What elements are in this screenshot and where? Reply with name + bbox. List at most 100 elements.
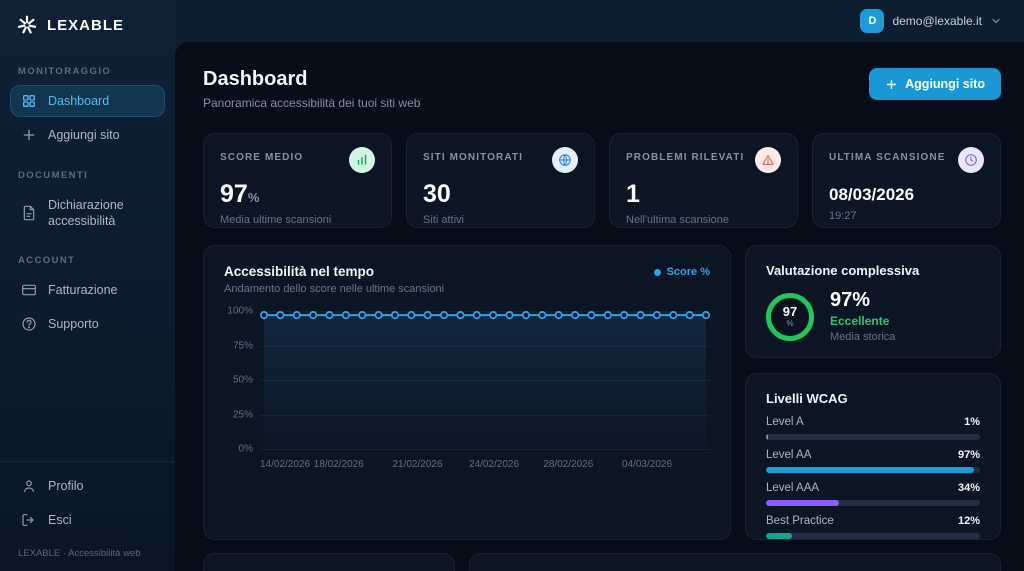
data-point[interactable] bbox=[358, 311, 367, 320]
dashboard-grid-icon bbox=[21, 93, 37, 109]
wcag-level-label: Level A bbox=[766, 416, 804, 428]
x-axis-tick: 18/02/2026 bbox=[313, 459, 364, 470]
data-point[interactable] bbox=[374, 311, 383, 320]
data-point[interactable] bbox=[309, 311, 318, 320]
data-point[interactable] bbox=[390, 311, 400, 320]
sidebar-item-supporto[interactable]: Supporto bbox=[10, 308, 165, 340]
data-point[interactable] bbox=[603, 311, 612, 320]
brand-name: LEXABLE bbox=[47, 16, 125, 34]
data-point[interactable] bbox=[538, 311, 547, 320]
nav-section-documenti: DOCUMENTI bbox=[18, 169, 89, 181]
stat-value: 97% bbox=[220, 180, 260, 208]
sidebar-item-profilo[interactable]: Profilo bbox=[10, 470, 165, 502]
help-circle-icon bbox=[21, 316, 37, 332]
gridline bbox=[260, 449, 710, 450]
chart-subtitle: Andamento dello score nelle ultime scans… bbox=[224, 283, 445, 295]
chart-x-axis: 14/02/2026 18/02/2026 21/02/2026 24/02/2026… bbox=[260, 457, 710, 473]
wcag-progress-fill bbox=[766, 533, 792, 539]
sidebar-bottom: Profilo Esci LEXABLE · Accessibilità web bbox=[0, 460, 175, 571]
data-point[interactable] bbox=[276, 311, 285, 320]
sidebar-item-label: Supporto bbox=[48, 317, 99, 332]
gridline bbox=[260, 380, 710, 381]
score-status: Eccellente bbox=[830, 314, 890, 328]
sidebar: LEXABLE MONITORAGGIO Dashboard Aggiungi … bbox=[0, 0, 175, 571]
wcag-level-label: Level AA bbox=[766, 449, 812, 461]
score-value: 97% bbox=[830, 289, 871, 311]
data-point[interactable] bbox=[620, 311, 629, 320]
data-point[interactable] bbox=[456, 311, 465, 320]
sidebar-item-label: Profilo bbox=[48, 478, 84, 493]
data-point[interactable] bbox=[505, 311, 514, 320]
globe-icon bbox=[552, 147, 578, 173]
wcag-level-value: 12% bbox=[957, 515, 980, 527]
wcag-row: Best Practice 12% bbox=[766, 515, 980, 539]
wcag-row: Level A 1% bbox=[766, 416, 980, 440]
data-point[interactable] bbox=[570, 311, 580, 320]
score-ring: 97 % bbox=[766, 292, 814, 341]
main-content: Dashboard Panoramica accessibilità dei t… bbox=[175, 42, 1024, 571]
stat-card-problemi-rilevati: PROBLEMI RILEVATI 1 Nell'ultima scansion… bbox=[609, 133, 798, 228]
stat-value: 30 bbox=[423, 180, 451, 208]
stat-sub: Media ultime scansioni bbox=[220, 214, 332, 226]
plus-icon bbox=[21, 127, 37, 143]
stat-sub: Nell'ultima scansione bbox=[626, 214, 729, 226]
data-point[interactable] bbox=[636, 311, 645, 320]
sidebar-item-fatturazione[interactable]: Fatturazione bbox=[10, 274, 165, 306]
sidebar-item-label: Dichiarazione accessibilità bbox=[48, 197, 124, 228]
data-point[interactable] bbox=[652, 311, 661, 320]
data-point[interactable] bbox=[407, 311, 416, 320]
data-point[interactable] bbox=[669, 311, 678, 320]
sidebar-nav: MONITORAGGIO Dashboard Aggiungi sito DOC… bbox=[0, 48, 175, 461]
wcag-level-value: 1% bbox=[964, 416, 980, 428]
overall-score-card: Valutazione complessiva 97 % 97% Eccelle… bbox=[745, 245, 1001, 358]
document-icon bbox=[21, 205, 37, 221]
chart-legend: Score % bbox=[653, 266, 710, 278]
x-axis-tick: 04/03/2026 bbox=[621, 459, 673, 470]
y-axis-tick: 0% bbox=[238, 443, 253, 455]
wcag-level-value: 34% bbox=[957, 482, 980, 494]
data-point[interactable] bbox=[325, 311, 334, 320]
stat-value: 1 bbox=[626, 180, 640, 208]
data-point[interactable] bbox=[587, 311, 596, 320]
data-point[interactable] bbox=[292, 311, 301, 320]
data-point[interactable] bbox=[259, 311, 269, 320]
user-menu[interactable]: D demo@lexable.it bbox=[860, 9, 1002, 33]
stat-label: PROBLEMI RILEVATI bbox=[626, 152, 745, 163]
wcag-progress-track bbox=[766, 434, 980, 440]
gridline bbox=[260, 414, 710, 416]
data-point[interactable] bbox=[685, 311, 694, 320]
data-point[interactable] bbox=[521, 311, 531, 320]
stat-value: 08/03/2026 bbox=[829, 185, 915, 204]
data-point[interactable] bbox=[554, 311, 563, 320]
sidebar-item-esci[interactable]: Esci bbox=[10, 504, 165, 536]
user-icon bbox=[21, 478, 37, 494]
sidebar-item-dashboard[interactable]: Dashboard bbox=[10, 85, 165, 118]
wcag-level-label: Level AAA bbox=[766, 482, 820, 494]
warning-icon bbox=[755, 147, 781, 173]
sidebar-item-label: Dashboard bbox=[48, 94, 110, 108]
data-point[interactable] bbox=[489, 311, 498, 320]
data-point[interactable] bbox=[341, 311, 350, 320]
user-email: demo@lexable.it bbox=[892, 14, 982, 28]
gridline bbox=[260, 311, 710, 312]
avatar: D bbox=[860, 9, 885, 33]
chart-title: Accessibilità nel tempo bbox=[224, 264, 375, 279]
chart-plot: 0% 25% 50% 75% 100% bbox=[227, 306, 711, 455]
charts-row: Accessibilità nel tempo Andamento dello … bbox=[203, 245, 1001, 540]
sidebar-item-dichiarazione[interactable]: Dichiarazione accessibilità bbox=[10, 189, 165, 238]
wcag-row: Level AA 97% bbox=[766, 449, 980, 473]
y-axis-tick: 100% bbox=[227, 305, 253, 317]
gridline bbox=[260, 345, 710, 347]
stat-card-siti-monitorati: SITI MONITORATI 30 Siti attivi bbox=[406, 133, 595, 228]
stat-sub: 19:27 bbox=[829, 210, 857, 222]
data-point[interactable] bbox=[472, 311, 481, 320]
data-point[interactable] bbox=[423, 311, 432, 320]
wcag-progress-fill bbox=[766, 500, 839, 506]
y-axis-tick: 25% bbox=[232, 409, 253, 420]
credit-card-icon bbox=[21, 282, 37, 298]
top-bar: D demo@lexable.it bbox=[175, 0, 1024, 42]
data-point[interactable] bbox=[439, 311, 449, 320]
sidebar-item-aggiungi-sito[interactable]: Aggiungi sito bbox=[10, 119, 165, 151]
add-site-button[interactable]: Aggiungi sito bbox=[869, 68, 1001, 100]
data-point[interactable] bbox=[701, 311, 711, 320]
